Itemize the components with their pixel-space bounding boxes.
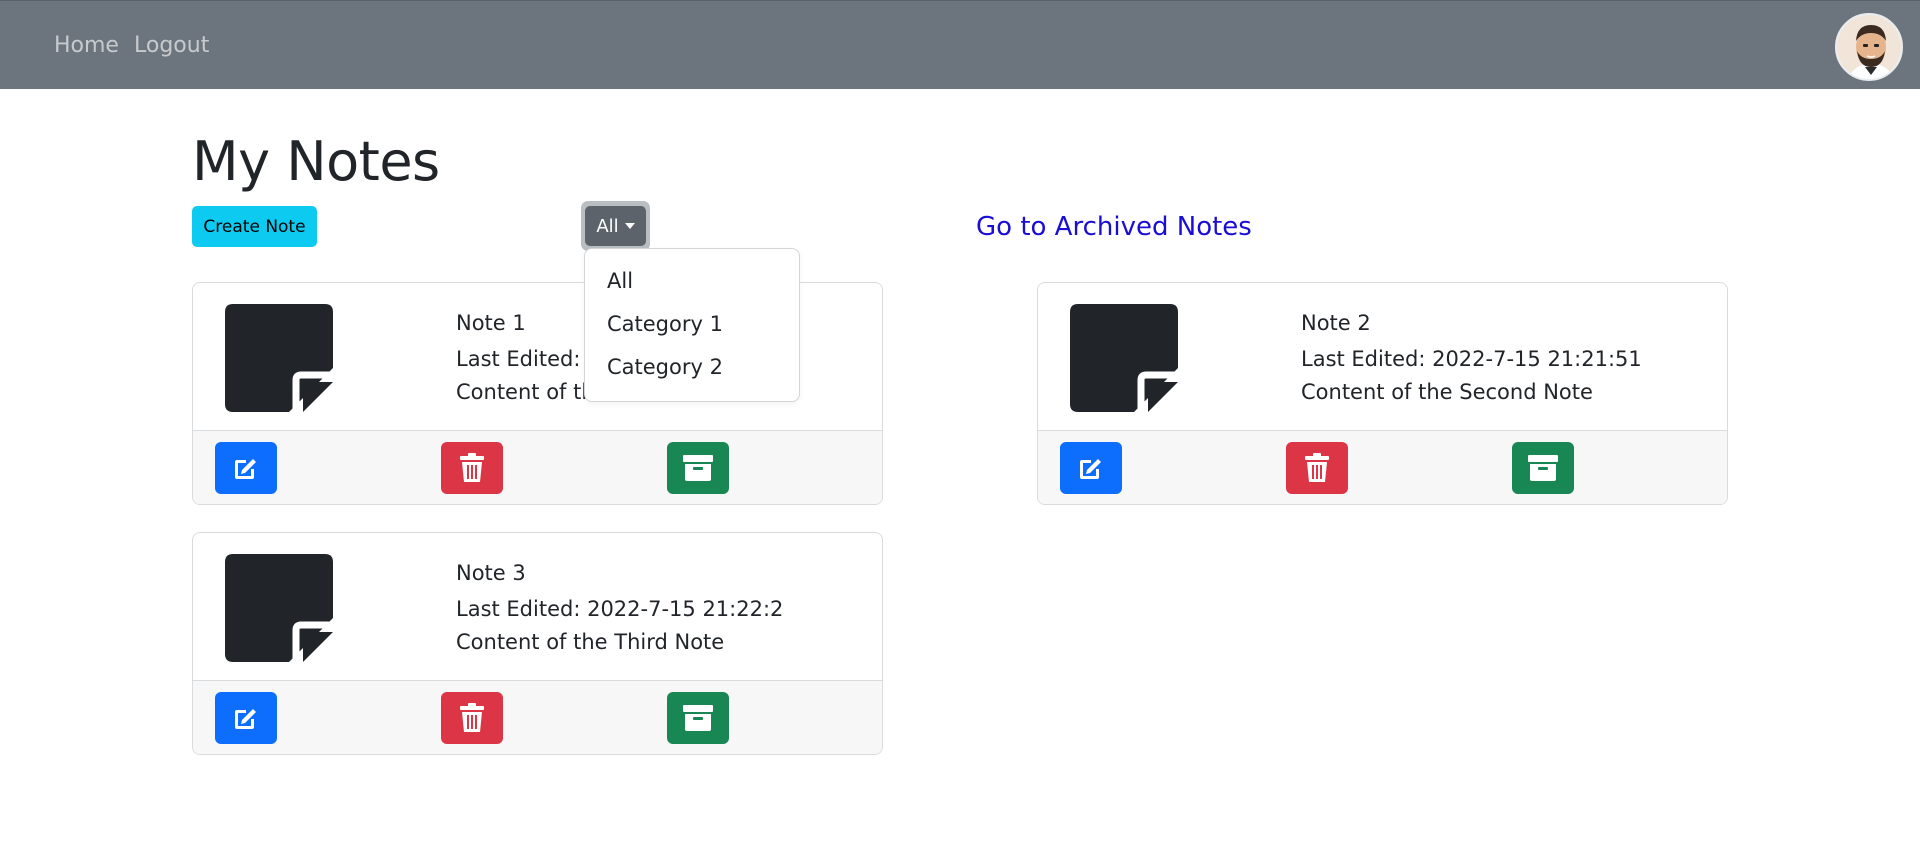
archive-note-button[interactable]: [667, 692, 729, 744]
filter-option-category-2[interactable]: Category 2: [607, 355, 723, 379]
archive-icon: [683, 705, 713, 731]
note-card-body: Note 2 Last Edited: 2022-7-15 21:21:51 C…: [1038, 283, 1727, 430]
edit-icon: [235, 459, 256, 479]
nav-home-link[interactable]: Home: [54, 33, 119, 58]
note-card-footer: [193, 430, 882, 504]
avatar[interactable]: [1835, 13, 1903, 81]
note-title: Note 2: [1301, 311, 1371, 335]
archive-icon: [1528, 455, 1558, 481]
note-last-edited: Last Edited: 2022-7-15 21:22:2: [456, 597, 784, 621]
user-avatar-icon: [1837, 15, 1901, 79]
sticky-note-icon: [225, 304, 333, 412]
delete-note-button[interactable]: [441, 692, 503, 744]
category-filter-button[interactable]: All: [585, 206, 646, 246]
nav-logout-link[interactable]: Logout: [134, 33, 209, 58]
sticky-note-icon: [1070, 304, 1178, 412]
archive-note-button[interactable]: [667, 442, 729, 494]
page-title: My Notes: [192, 130, 440, 193]
caret-down-icon: [624, 223, 635, 229]
archived-notes-link[interactable]: Go to Archived Notes: [976, 212, 1252, 242]
note-card-footer: [193, 680, 882, 754]
note-content: Content of the Second Note: [1301, 380, 1593, 404]
note-card: Note 3 Last Edited: 2022-7-15 21:22:2 Co…: [192, 532, 883, 755]
trash-icon: [1305, 453, 1329, 482]
note-content: Content of the Third Note: [456, 630, 725, 654]
delete-note-button[interactable]: [1286, 442, 1348, 494]
category-filter-label: All: [596, 215, 619, 237]
edit-note-button[interactable]: [215, 442, 277, 494]
note-card: Note 2 Last Edited: 2022-7-15 21:21:51 C…: [1037, 282, 1728, 505]
edit-note-button[interactable]: [215, 692, 277, 744]
note-title: Note 3: [456, 561, 526, 585]
category-filter-menu: All Category 1 Category 2: [584, 248, 800, 402]
trash-icon: [460, 453, 484, 482]
note-card-body: Note 3 Last Edited: 2022-7-15 21:22:2 Co…: [193, 533, 882, 680]
edit-note-button[interactable]: [1060, 442, 1122, 494]
delete-note-button[interactable]: [441, 442, 503, 494]
note-last-edited: Last Edited: 2022-7-15 21:21:51: [1301, 347, 1642, 371]
sticky-note-icon: [225, 554, 333, 662]
note-title: Note 1: [456, 311, 526, 335]
edit-icon: [235, 709, 256, 729]
filter-option-all[interactable]: All: [607, 269, 633, 293]
trash-icon: [460, 703, 484, 732]
note-card-footer: [1038, 430, 1727, 504]
filter-focus-ring: All: [581, 201, 650, 251]
archive-icon: [683, 455, 713, 481]
edit-icon: [1080, 459, 1101, 479]
filter-option-category-1[interactable]: Category 1: [607, 312, 723, 336]
archive-note-button[interactable]: [1512, 442, 1574, 494]
create-note-button[interactable]: Create Note: [192, 206, 317, 247]
navbar: Home Logout: [0, 0, 1920, 89]
